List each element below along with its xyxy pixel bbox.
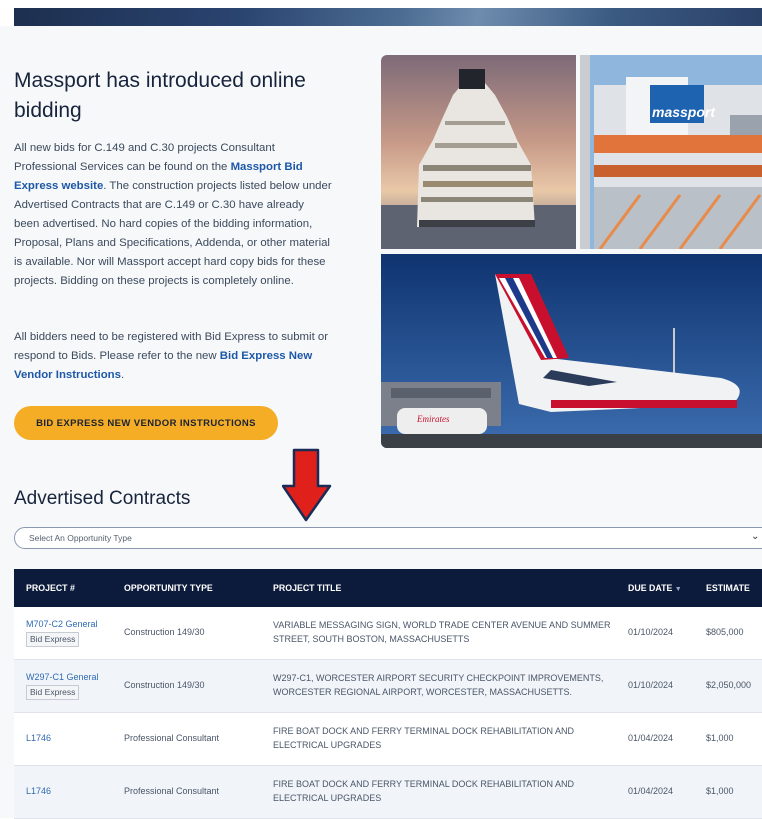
- cruise-ship-photo: [381, 55, 576, 249]
- contracts-table: PROJECT # OPPORTUNITY TYPE PROJECT TITLE…: [14, 569, 762, 819]
- type-cell: Professional Consultant: [124, 786, 220, 796]
- top-banner-image: [14, 8, 762, 26]
- building-sign-text: massport: [652, 104, 716, 120]
- bid-express-badge: Bid Express: [26, 685, 80, 700]
- estimate-cell: $805,000: [706, 627, 744, 637]
- type-cell: Construction 149/30: [124, 627, 205, 637]
- col-header-project[interactable]: PROJECT #: [26, 583, 75, 593]
- due-date-cell: 01/04/2024: [628, 786, 674, 796]
- project-link[interactable]: L1746: [26, 786, 51, 796]
- table-row: L1746 Professional Consultant FIRE BOAT …: [14, 713, 762, 766]
- col-header-type[interactable]: OPPORTUNITY TYPE: [124, 583, 213, 593]
- select-placeholder: Select An Opportunity Type: [29, 533, 132, 543]
- title-cell: FIRE BOAT DOCK AND FERRY TERMINAL DOCK R…: [273, 779, 575, 803]
- vendor-instructions-button[interactable]: BID EXPRESS NEW VENDOR INSTRUCTIONS: [14, 406, 278, 440]
- project-link[interactable]: W297-C1 General: [26, 672, 99, 682]
- project-cell: L1746: [26, 786, 51, 796]
- col-header-due-label: DUE DATE: [628, 583, 673, 593]
- table-row: L1746 Professional Consultant FIRE BOAT …: [14, 766, 762, 819]
- advertised-contracts-title: Advertised Contracts: [14, 488, 191, 509]
- title-cell: FIRE BOAT DOCK AND FERRY TERMINAL DOCK R…: [273, 726, 575, 750]
- plane-livery-text: Emirates: [417, 414, 450, 424]
- estimate-cell: $1,000: [706, 733, 734, 743]
- col-header-title[interactable]: PROJECT TITLE: [273, 583, 341, 593]
- opportunity-type-select[interactable]: Select An Opportunity Type ⌄: [14, 527, 762, 549]
- table-header: PROJECT # OPPORTUNITY TYPE PROJECT TITLE…: [14, 569, 762, 607]
- massport-building-photo: massport: [580, 55, 762, 249]
- project-link[interactable]: M707-C2 General: [26, 619, 98, 629]
- intro-title: Massport has introduced online bidding: [14, 69, 306, 122]
- project-cell: L1746: [26, 733, 51, 743]
- title-cell: W297-C1, WORCESTER AIRPORT SECURITY CHEC…: [273, 673, 604, 697]
- table-row: M707-C2 General Bid Express Construction…: [14, 607, 762, 660]
- intro-p2-text-after: .: [120, 369, 125, 381]
- estimate-cell: $1,000: [706, 786, 734, 796]
- project-cell: W297-C1 General Bid Express: [26, 672, 99, 700]
- sort-icon: ▼: [674, 586, 682, 593]
- intro-paragraph-1: All new bids for C.149 and C.30 projects…: [14, 139, 332, 291]
- col-header-estimate[interactable]: ESTIMATE: [706, 583, 750, 593]
- red-down-arrow-icon: [282, 448, 332, 522]
- table-row: W297-C1 General Bid Express Construction…: [14, 660, 762, 713]
- title-cell: VARIABLE MESSAGING SIGN, WORLD TRADE CEN…: [273, 620, 611, 644]
- chevron-down-icon: ⌄: [751, 531, 760, 542]
- bid-express-badge: Bid Express: [26, 632, 80, 647]
- col-header-due-date[interactable]: DUE DATE ▼: [628, 583, 682, 593]
- due-date-cell: 01/04/2024: [628, 733, 674, 743]
- estimate-cell: $2,050,000: [706, 680, 752, 690]
- airplane-photo: Emirates: [381, 254, 762, 448]
- type-cell: Professional Consultant: [124, 733, 220, 743]
- due-date-cell: 01/10/2024: [628, 680, 674, 690]
- project-cell: M707-C2 General Bid Express: [26, 619, 98, 647]
- type-cell: Construction 149/30: [124, 680, 205, 690]
- due-date-cell: 01/10/2024: [628, 627, 674, 637]
- intro-p1-text-after: . The construction projects listed below…: [14, 180, 332, 287]
- intro-paragraph-2: All bidders need to be registered with B…: [14, 328, 332, 385]
- project-link[interactable]: L1746: [26, 733, 51, 743]
